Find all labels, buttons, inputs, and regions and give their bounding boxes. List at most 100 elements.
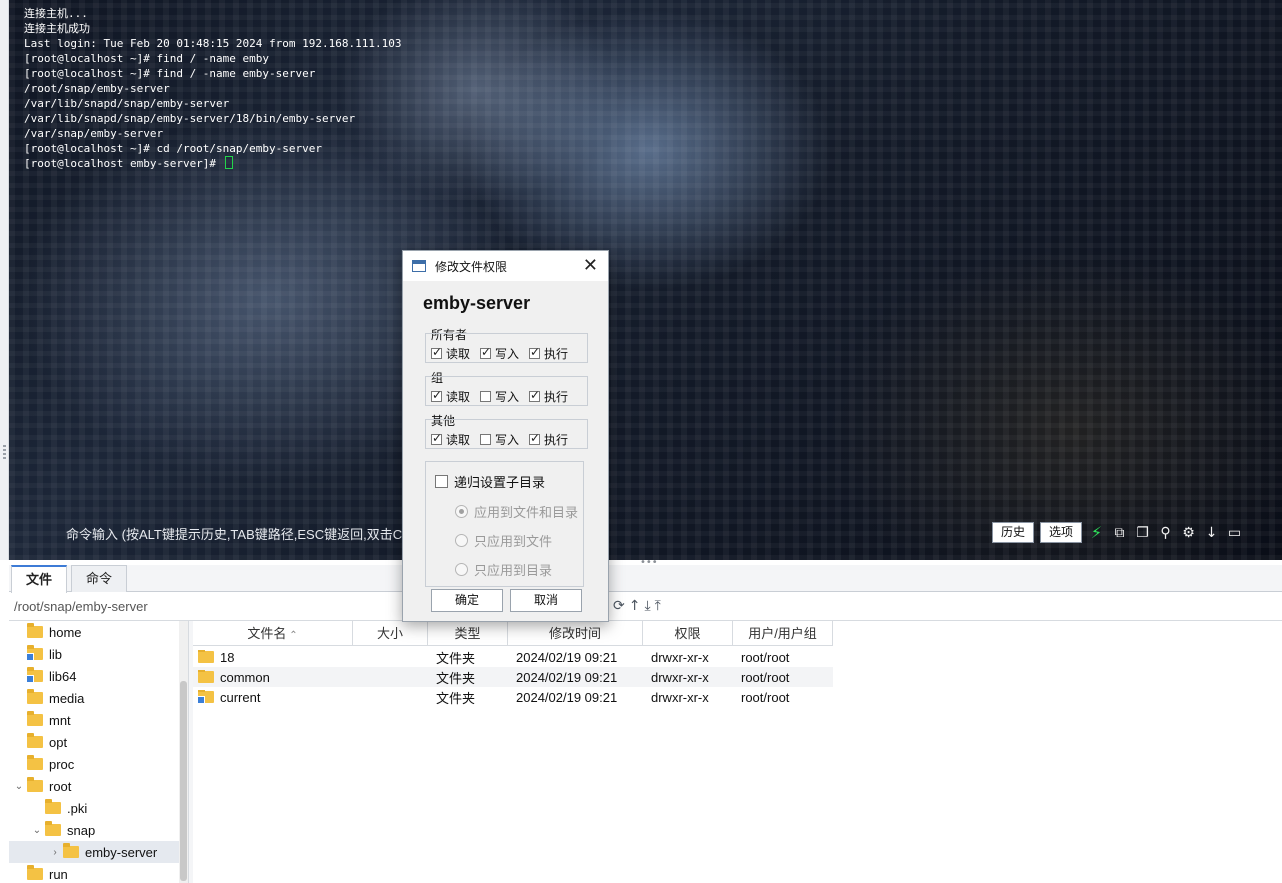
folder-icon xyxy=(27,711,43,726)
gear-icon[interactable]: ⚙ xyxy=(1180,524,1197,541)
folder-icon xyxy=(27,689,43,704)
checkbox-box[interactable] xyxy=(529,388,540,402)
apply-option-radio[interactable]: 应用到文件和目录 xyxy=(455,502,578,521)
recursive-label: 递归设置子目录 xyxy=(454,475,546,490)
tab-files[interactable]: 文件 xyxy=(11,565,68,593)
terminal-toolbar: 历史 选项 ⚡ ⧉ ❐ ⚲ ⚙ ↓ ▭ xyxy=(992,522,1243,543)
folder-link-icon xyxy=(197,689,214,704)
checkbox-box[interactable] xyxy=(431,431,442,445)
path-input[interactable]: /root/snap/emby-server xyxy=(14,599,148,614)
apply-option-radio[interactable]: 只应用到目录 xyxy=(455,560,552,579)
other-write-checkbox[interactable]: 写入 xyxy=(480,431,519,448)
header-col-type[interactable]: 类型 xyxy=(428,621,508,646)
cell-type: 文件夹 xyxy=(436,690,476,706)
checkbox-box[interactable] xyxy=(431,345,442,359)
group-read-checkbox[interactable]: 读取 xyxy=(431,388,470,405)
header-col-size[interactable]: 大小 xyxy=(353,621,428,646)
tree-item-root[interactable]: ⌄ root xyxy=(9,775,179,797)
checkbox-box[interactable] xyxy=(529,345,540,359)
left-edge-strip xyxy=(0,0,9,560)
radio-circle[interactable] xyxy=(455,505,468,518)
header-col-mtime[interactable]: 修改时间 xyxy=(508,621,643,646)
checkbox-box[interactable] xyxy=(431,388,442,402)
cancel-button[interactable]: 取消 xyxy=(510,589,582,612)
permission-checkboxes: 读取 写入 执行 xyxy=(431,388,568,405)
tab-commands[interactable]: 命令 xyxy=(71,565,128,592)
file-name: common xyxy=(220,669,270,685)
other-exec-checkbox[interactable]: 执行 xyxy=(529,431,568,448)
tree-item-lib[interactable]: lib xyxy=(9,643,179,665)
tree-item-label: lib64 xyxy=(49,668,77,684)
owner-read-checkbox[interactable]: 读取 xyxy=(431,345,470,362)
tree-item-snap[interactable]: ⌄ snap xyxy=(9,819,179,841)
window-icon[interactable]: ▭ xyxy=(1226,524,1243,541)
paste-icon[interactable]: ❐ xyxy=(1134,524,1151,541)
chevron-down-icon[interactable]: ⌄ xyxy=(31,825,43,836)
tree-item-emby-server[interactable]: › emby-server xyxy=(9,841,179,863)
options-button[interactable]: 选项 xyxy=(1040,522,1083,543)
folder-icon xyxy=(27,865,43,880)
table-row[interactable]: current 文件夹 2024/02/19 09:21 drwxr-xr-x root… xyxy=(193,687,833,707)
cell-owner: root/root xyxy=(741,689,790,705)
tree-item-run[interactable]: run xyxy=(9,863,179,883)
terminal-cursor xyxy=(224,156,233,169)
refresh-icon[interactable]: ⟳ xyxy=(613,598,625,614)
radio-circle[interactable] xyxy=(455,534,468,547)
checkbox-label: 执行 xyxy=(544,433,569,447)
arrow-down-icon[interactable]: ↓ xyxy=(1203,524,1220,541)
checkbox-box[interactable] xyxy=(435,475,448,488)
checkbox-box[interactable] xyxy=(480,391,492,402)
tree-item-proc[interactable]: proc xyxy=(9,753,179,775)
copy-icon[interactable]: ⧉ xyxy=(1111,524,1128,541)
terminal-line: /root/snap/emby-server xyxy=(24,82,170,95)
up-arrow-icon[interactable]: ↑ xyxy=(629,598,641,614)
tree-item-lib64[interactable]: lib64 xyxy=(9,665,179,687)
recursive-checkbox[interactable]: 递归设置子目录 xyxy=(435,472,545,491)
folder-icon xyxy=(198,649,214,663)
owner-exec-checkbox[interactable]: 执行 xyxy=(529,345,568,362)
tree-item-dot-pki[interactable]: .pki xyxy=(9,797,179,819)
terminal-output[interactable]: 连接主机... 连接主机成功 Last login: Tue Feb 20 01:4… xyxy=(24,6,402,171)
header-col-name[interactable]: 文件名 ⌃ xyxy=(193,621,353,646)
cell-type: 文件夹 xyxy=(436,650,476,666)
tree-item-media[interactable]: media xyxy=(9,687,179,709)
tree-item-opt[interactable]: opt xyxy=(9,731,179,753)
cell-mtime: 2024/02/19 09:21 xyxy=(516,669,618,685)
chevron-down-icon[interactable]: ⌄ xyxy=(13,781,25,792)
table-row[interactable]: 18 文件夹 2024/02/19 09:21 drwxr-xr-x root/root xyxy=(193,647,833,667)
ok-button[interactable]: 确定 xyxy=(431,589,503,612)
scroll-thumb[interactable] xyxy=(180,681,187,881)
owner-write-checkbox[interactable]: 写入 xyxy=(480,345,519,362)
chevron-right-icon[interactable]: › xyxy=(49,847,61,858)
target-filename: emby-server xyxy=(423,293,531,313)
cell-perm: drwxr-xr-x xyxy=(651,669,709,685)
close-icon[interactable]: ✕ xyxy=(583,255,598,275)
tree-item-mnt[interactable]: mnt xyxy=(9,709,179,731)
tree-item-home[interactable]: home xyxy=(9,621,179,643)
header-col-owner[interactable]: 用户/用户组 xyxy=(733,621,833,646)
checkbox-box[interactable] xyxy=(529,431,540,445)
group-write-checkbox[interactable]: 写入 xyxy=(480,388,519,405)
terminal-panel[interactable]: 连接主机... 连接主机成功 Last login: Tue Feb 20 01:4… xyxy=(9,0,1282,560)
grip-handle[interactable] xyxy=(3,445,6,461)
checkbox-box[interactable] xyxy=(480,345,491,359)
lightning-icon[interactable]: ⚡ xyxy=(1088,523,1105,542)
tree-item-label: root xyxy=(49,778,72,794)
download-icon[interactable]: ⤓ xyxy=(644,598,650,614)
upload-icon[interactable]: ⤒ xyxy=(655,598,661,614)
group-exec-checkbox[interactable]: 执行 xyxy=(529,388,568,405)
radio-circle[interactable] xyxy=(455,563,468,576)
terminal-line: 连接主机成功 xyxy=(24,22,90,35)
history-button[interactable]: 历史 xyxy=(992,522,1035,543)
tree-scrollbar[interactable] xyxy=(179,621,188,883)
path-bar: /root/snap/emby-server ⟳ ↑ ⤓ ⤒ xyxy=(9,593,1282,621)
cell-perm: drwxr-xr-x xyxy=(651,689,709,705)
header-col-perm[interactable]: 权限 xyxy=(643,621,733,646)
apply-option-radio[interactable]: 只应用到文件 xyxy=(455,531,552,550)
command-input-hint[interactable]: 命令输入 (按ALT键提示历史,TAB键路径,ESC键返回,双击CT xyxy=(66,524,410,543)
other-read-checkbox[interactable]: 读取 xyxy=(431,431,470,448)
search-icon[interactable]: ⚲ xyxy=(1157,524,1174,541)
table-row[interactable]: common 文件夹 2024/02/19 09:21 drwxr-xr-x root/… xyxy=(193,667,833,687)
checkbox-box[interactable] xyxy=(480,434,492,445)
terminal-line: [root@localhost ~]# cd /root/snap/emby-s… xyxy=(24,142,323,155)
